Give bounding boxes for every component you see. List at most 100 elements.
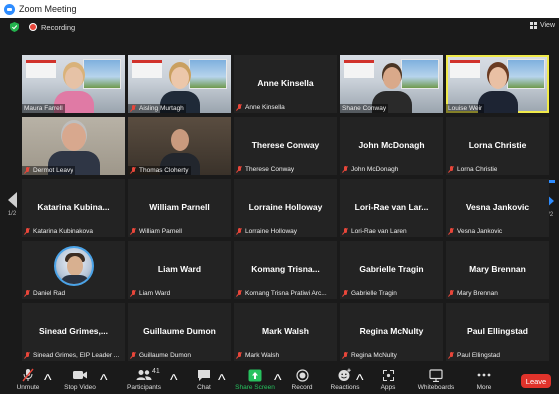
participant-tile[interactable]: Lorraine Holloway Lorraine Holloway [234, 179, 337, 237]
participant-display-name: Paul Ellingstad [467, 326, 528, 336]
participant-display-name: Mary Brennan [469, 264, 526, 274]
chat-bubble-icon [198, 369, 210, 381]
participant-display-name: Regina McNulty [359, 326, 424, 336]
record-label: Record [291, 384, 313, 391]
participant-tile[interactable]: Aisling Murtagh [128, 55, 231, 113]
apps-icon [382, 369, 394, 381]
previous-page-button[interactable]: 1/2 [6, 192, 18, 217]
participants-icon [136, 370, 152, 380]
participant-tile[interactable]: Maura Farrell [22, 55, 125, 113]
security-shield-icon[interactable] [10, 22, 19, 32]
share-screen-button[interactable]: Share Screen [234, 368, 276, 391]
participant-tile[interactable]: Mary Brennan Mary Brennan [446, 241, 549, 299]
participant-tile[interactable]: Lorna Christie Lorna Christie [446, 117, 549, 175]
unmute-button[interactable]: Unmute [8, 368, 48, 391]
share-options-caret-icon[interactable]: ^ [274, 372, 282, 390]
leave-meeting-button[interactable]: Leave [521, 374, 551, 388]
participant-tile[interactable]: Paul Ellingstad Paul Ellingstad [446, 303, 549, 361]
participant-name-label: Sinead Grimes, EIP Leader ... [24, 352, 119, 359]
participant-tile[interactable]: Guillaume Dumon Guillaume Dumon [128, 303, 231, 361]
participant-display-name: Komang Trisna... [251, 264, 320, 274]
audio-options-caret-icon[interactable]: ^ [44, 372, 52, 390]
participant-name-label: Guillaume Dumon [130, 352, 191, 359]
participant-name-label: Louise Weir [446, 104, 485, 113]
view-button[interactable]: View [529, 22, 555, 29]
participant-display-name: Liam Ward [157, 264, 202, 274]
participant-name-label: William Parnell [130, 228, 182, 235]
participant-tile[interactable]: Dermot Leavy [22, 117, 125, 175]
video-camera-icon [73, 371, 87, 379]
participant-tile[interactable]: William Parnell William Parnell [128, 179, 231, 237]
participant-name-label: Lorraine Holloway [236, 228, 297, 235]
participant-name-label: Vesna Jankovic [448, 228, 502, 235]
zoom-logo-icon [4, 3, 15, 15]
muted-mic-icon [130, 228, 136, 235]
participant-name-label: Komang Trisna Pratiwi Arc... [236, 290, 327, 297]
participant-tile[interactable]: Shane Conway [340, 55, 443, 113]
apps-button[interactable]: Apps [368, 368, 408, 391]
participant-display-name: Therese Conway [251, 140, 320, 150]
participant-display-name: Gabrielle Tragin [359, 264, 424, 274]
participant-display-name: Mark Walsh [262, 326, 309, 336]
participant-tile[interactable]: Thomas Cloherty [128, 117, 231, 175]
participant-tile[interactable]: Liam Ward Liam Ward [128, 241, 231, 299]
participant-tile[interactable]: Mark Walsh Mark Walsh [234, 303, 337, 361]
participant-tile[interactable]: Daniel Rad [22, 241, 125, 299]
muted-mic-icon [236, 228, 242, 235]
participant-name-label: Regina McNulty [342, 352, 397, 359]
participant-display-name: Lorraine Holloway [248, 202, 323, 212]
stop-video-button[interactable]: Stop Video [60, 368, 100, 391]
participant-tile[interactable]: Anne Kinsella Anne Kinsella [234, 55, 337, 113]
title-bar: Zoom Meeting [0, 0, 559, 18]
participant-display-name: Sinead Grimes,... [39, 326, 108, 336]
participant-display-name: Lori-Rae van Lar... [354, 202, 429, 212]
participant-name-label: Katarina Kubinakova [24, 228, 93, 235]
participant-tile[interactable]: John McDonagh John McDonagh [340, 117, 443, 175]
participant-tile[interactable]: Therese Conway Therese Conway [234, 117, 337, 175]
recording-label: Recording [41, 22, 76, 32]
video-options-caret-icon[interactable]: ^ [100, 372, 108, 390]
muted-mic-icon [342, 352, 348, 359]
muted-mic-icon [342, 166, 348, 173]
participant-tile-active-speaker[interactable]: Louise Weir [446, 55, 549, 113]
recording-indicator[interactable]: Recording [29, 23, 75, 32]
view-label: View [539, 22, 555, 29]
apps-label: Apps [380, 384, 396, 391]
reactions-options-caret-icon[interactable]: ^ [356, 372, 364, 390]
muted-mic-icon [130, 352, 136, 359]
stop-video-label: Stop Video [64, 384, 96, 391]
muted-mic-icon [448, 228, 454, 235]
microphone-muted-icon [22, 368, 34, 382]
participant-tile[interactable]: Komang Trisna... Komang Trisna Pratiwi A… [234, 241, 337, 299]
participant-tile[interactable]: Sinead Grimes,... Sinead Grimes, EIP Lea… [22, 303, 125, 361]
participant-tile[interactable]: Lori-Rae van Lar... Lori-Rae van Laren [340, 179, 443, 237]
share-screen-label: Share Screen [235, 384, 275, 391]
muted-mic-icon [130, 167, 136, 174]
participants-options-caret-icon[interactable]: ^ [170, 372, 178, 390]
participant-display-name: Guillaume Dumon [143, 326, 216, 336]
participant-tile[interactable]: Vesna Jankovic Vesna Jankovic [446, 179, 549, 237]
window-title: Zoom Meeting [19, 4, 77, 14]
grid-view-icon [529, 22, 537, 29]
participants-button[interactable]: 41 Participants [124, 368, 164, 391]
chat-options-caret-icon[interactable]: ^ [218, 372, 226, 390]
record-button[interactable]: Record [282, 368, 322, 391]
participant-display-name: Anne Kinsella [257, 78, 314, 88]
participant-name-label: Therese Conway [236, 166, 294, 173]
participant-tile[interactable]: Gabrielle Tragin Gabrielle Tragin [340, 241, 443, 299]
participant-display-name: William Parnell [149, 202, 210, 212]
more-button[interactable]: More [464, 368, 504, 391]
participants-label: Participants [127, 384, 161, 391]
participant-name-label: Mark Walsh [236, 352, 279, 359]
participant-tile[interactable]: Katarina Kubina... Katarina Kubinakova [22, 179, 125, 237]
participant-name-label: Lorna Christie [448, 166, 497, 173]
whiteboards-button[interactable]: Whiteboards [414, 368, 458, 391]
muted-mic-icon [24, 167, 30, 174]
muted-mic-icon [342, 290, 348, 297]
recording-dot-icon [29, 23, 37, 31]
participant-tile[interactable]: Regina McNulty Regina McNulty [340, 303, 443, 361]
record-icon [295, 368, 309, 382]
participant-name-label: Gabrielle Tragin [342, 290, 397, 297]
muted-mic-icon [448, 166, 454, 173]
meeting-toolbar: Unmute ^ Stop Video ^ 41 Participants ^ [0, 366, 559, 394]
